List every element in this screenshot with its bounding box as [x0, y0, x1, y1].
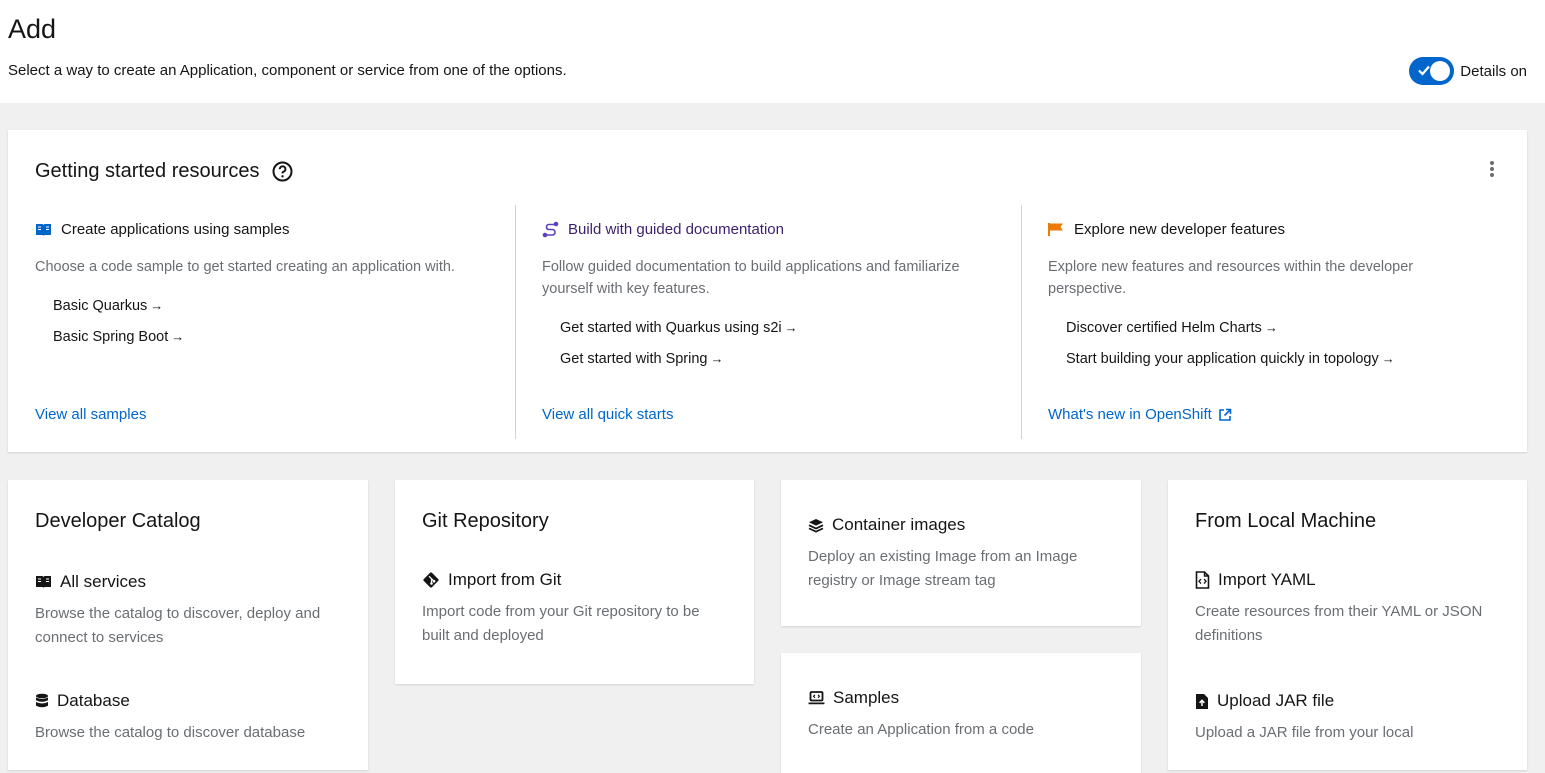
developer-catalog-title: Developer Catalog	[35, 510, 201, 532]
details-switch[interactable]	[1409, 57, 1455, 85]
database-item[interactable]: Database Browse the catalog to discover …	[35, 691, 335, 745]
quickstart-link-spring[interactable]: Get started with Spring →	[560, 343, 1021, 374]
gs-column-title: Build with guided documentation	[568, 221, 784, 238]
developer-catalog-card: Developer Catalog All services Browse th…	[8, 480, 368, 770]
book-open-icon	[35, 575, 52, 589]
gs-column-title: Create applications using samples	[61, 221, 290, 238]
feature-link-topology[interactable]: Start building your application quickly …	[1066, 343, 1517, 374]
upload-jar-label[interactable]: Upload JAR file	[1217, 691, 1334, 711]
samples-item[interactable]: Samples Create an Application from a cod…	[808, 688, 1108, 742]
import-from-git-description: Import code from your Git repository to …	[422, 603, 700, 644]
gs-column-features: Explore new developer features Explore n…	[1021, 205, 1517, 439]
details-toggle-label: Details on	[1460, 62, 1527, 80]
git-repository-title: Git Repository	[422, 510, 549, 532]
gs-link-list: Basic Quarkus → Basic Spring Boot →	[35, 290, 505, 352]
gs-column-description: Follow guided documentation to build app…	[542, 259, 960, 297]
git-icon	[422, 571, 440, 589]
sample-link-basic-quarkus[interactable]: Basic Quarkus →	[53, 290, 505, 321]
arrow-right-icon: →	[710, 351, 724, 366]
view-all-samples-link[interactable]: View all samples	[35, 406, 146, 423]
arrow-right-icon: →	[171, 329, 185, 344]
container-images-label[interactable]: Container images	[832, 515, 965, 535]
arrow-right-icon: →	[1381, 351, 1395, 366]
arrow-right-icon: →	[784, 320, 798, 335]
local-machine-title: From Local Machine	[1195, 510, 1377, 532]
sample-link-basic-spring-boot[interactable]: Basic Spring Boot →	[53, 321, 505, 352]
file-code-icon	[1195, 571, 1210, 589]
gs-link-list: Get started with Quarkus using s2i → Get …	[542, 312, 1021, 374]
container-images-card[interactable]: Container images Deploy an existing Imag…	[781, 480, 1141, 626]
quickstart-link-quarkus[interactable]: Get started with Quarkus using s2i →	[560, 312, 1021, 343]
upload-jar-description: Upload a JAR file from your local	[1195, 724, 1414, 741]
layers-icon	[808, 518, 824, 533]
arrow-right-icon: →	[1264, 320, 1278, 335]
getting-started-card: Getting started resources Create applica…	[8, 130, 1527, 452]
feature-link-helm-charts[interactable]: Discover certified Helm Charts →	[1066, 312, 1517, 343]
database-label[interactable]: Database	[57, 691, 130, 711]
file-upload-icon	[1195, 693, 1209, 710]
whats-new-link[interactable]: What's new in OpenShift	[1048, 406, 1232, 423]
laptop-code-icon	[808, 691, 825, 705]
import-from-git-label[interactable]: Import from Git	[448, 570, 561, 590]
route-icon	[542, 221, 559, 238]
check-icon	[1417, 63, 1431, 77]
book-icon	[35, 223, 52, 237]
details-toggle[interactable]: Details on	[1409, 57, 1527, 85]
getting-started-title-text: Getting started resources	[35, 160, 260, 182]
getting-started-title: Getting started resources	[35, 160, 293, 183]
all-services-label[interactable]: All services	[60, 572, 146, 592]
local-machine-card: From Local Machine Import YAML Create re…	[1168, 480, 1527, 770]
gs-column-description: Choose a code sample to get started crea…	[35, 259, 455, 275]
kebab-icon[interactable]	[1489, 160, 1495, 178]
import-yaml-item[interactable]: Import YAML Create resources from their …	[1195, 570, 1495, 648]
gs-column-title: Explore new developer features	[1074, 221, 1285, 238]
container-images-description: Deploy an existing Image from an Image r…	[808, 548, 1078, 589]
question-circle-icon[interactable]	[272, 161, 293, 182]
flag-icon	[1048, 222, 1065, 237]
view-all-quickstarts-link[interactable]: View all quick starts	[542, 406, 673, 423]
samples-card[interactable]: Samples Create an Application from a cod…	[781, 653, 1141, 773]
switch-knob	[1430, 61, 1451, 81]
import-yaml-label[interactable]: Import YAML	[1218, 570, 1316, 590]
import-yaml-description: Create resources from their YAML or JSON…	[1195, 603, 1483, 644]
page-subtitle: Select a way to create an Application, c…	[8, 62, 567, 79]
gs-column-heading: Explore new developer features	[1048, 221, 1517, 238]
page-title: Add	[8, 14, 57, 44]
all-services-item[interactable]: All services Browse the catalog to disco…	[35, 572, 335, 650]
upload-jar-item[interactable]: Upload JAR file Upload a JAR file from y…	[1195, 691, 1495, 745]
gs-link-list: Discover certified Helm Charts → Start bu…	[1048, 312, 1517, 374]
arrow-right-icon: →	[150, 298, 164, 313]
all-services-description: Browse the catalog to discover, deploy a…	[35, 605, 321, 646]
git-repository-card: Git Repository Import from Git Import co…	[395, 480, 754, 684]
gs-column-samples: Create applications using samples Choose…	[35, 205, 505, 439]
gs-column-description: Explore new features and resources withi…	[1048, 259, 1414, 297]
gs-column-heading: Create applications using samples	[35, 221, 505, 238]
gs-column-quickstarts: Build with guided documentation Follow g…	[515, 205, 1021, 439]
external-link-icon	[1218, 408, 1232, 422]
database-description: Browse the catalog to discover database	[35, 724, 306, 741]
page-header: Add Select a way to create an Applicatio…	[0, 0, 1545, 103]
samples-description: Create an Application from a code	[808, 721, 1034, 738]
database-icon	[35, 693, 49, 709]
whats-new-link-text[interactable]: What's new in OpenShift	[1048, 406, 1212, 423]
samples-label[interactable]: Samples	[833, 688, 899, 708]
import-from-git-item[interactable]: Import from Git Import code from your Gi…	[422, 570, 722, 648]
container-images-item[interactable]: Container images Deploy an existing Imag…	[808, 515, 1108, 593]
gs-column-heading: Build with guided documentation	[542, 221, 1021, 238]
